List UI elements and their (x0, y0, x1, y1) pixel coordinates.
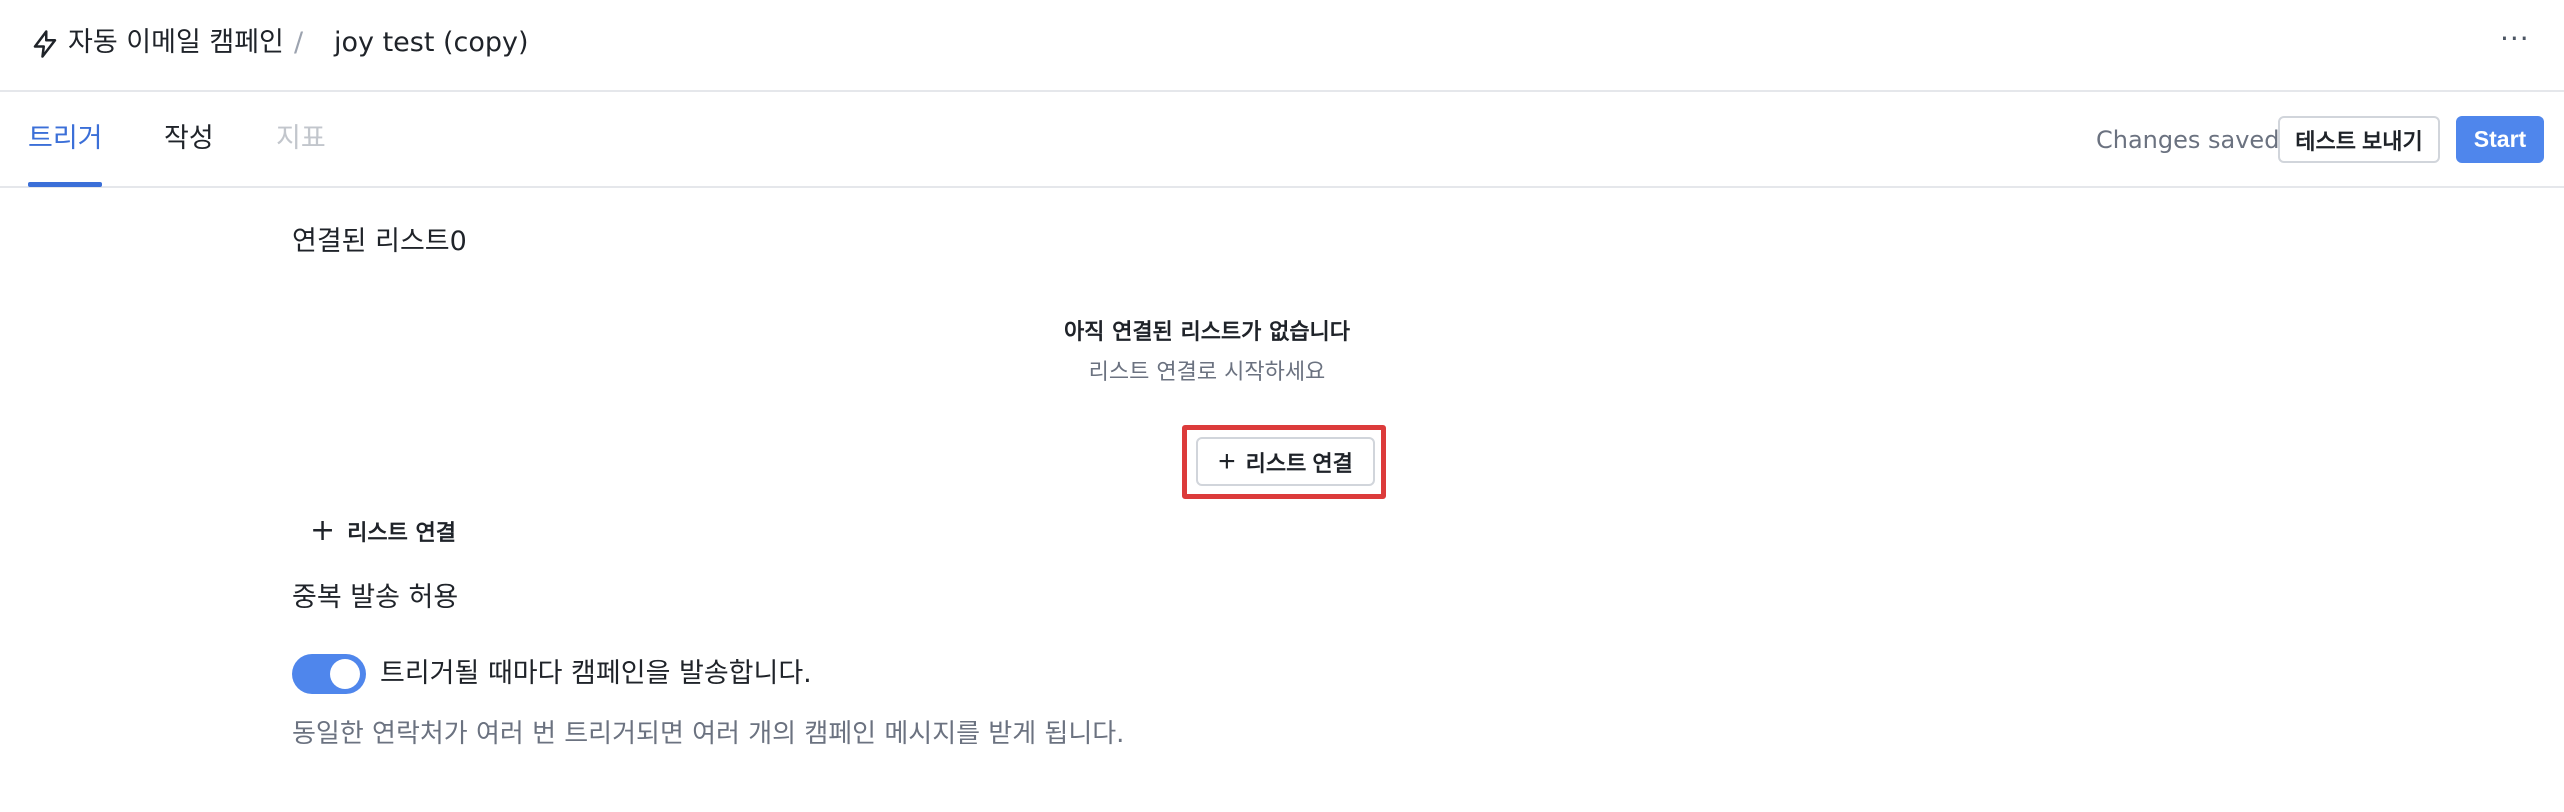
toggle-knob (330, 659, 360, 689)
start-button[interactable]: Start (2456, 116, 2544, 163)
plus-icon: + (1218, 444, 1236, 478)
allow-duplicates-title: 중복 발송 허용 (292, 582, 459, 613)
connected-lists-title: 연결된 리스트0 (292, 226, 467, 257)
empty-state-subtitle: 리스트 연결로 시작하세요 (1088, 360, 1326, 385)
allow-duplicates-label: 트리거될 때마다 캠페인을 발송합니다. (380, 658, 812, 689)
tab-metrics: 지표 (276, 123, 326, 154)
allow-duplicates-toggle[interactable] (292, 654, 366, 694)
send-test-button[interactable]: 테스트 보내기 (2278, 116, 2440, 163)
top-header: 자동 이메일 캠페인 / joy test (copy) ··· (0, 0, 2564, 92)
active-tab-indicator (28, 182, 102, 187)
breadcrumb-separator: / (294, 27, 304, 58)
breadcrumb-root[interactable]: 자동 이메일 캠페인 (68, 24, 284, 62)
plus-icon: + (310, 513, 336, 548)
lightning-icon (33, 30, 57, 58)
breadcrumb-current: joy test (copy) (334, 27, 529, 58)
more-options-button[interactable]: ··· (2500, 20, 2530, 58)
connect-list-label: 리스트 연결 (1245, 450, 1353, 476)
tab-bar: 트리거 작성 지표 Changes saved 테스트 보내기 Start (0, 92, 2564, 188)
connect-list-button-center[interactable]: + 리스트 연결 (1196, 437, 1375, 486)
tab-trigger[interactable]: 트리거 (28, 120, 103, 158)
tab-compose[interactable]: 작성 (164, 120, 214, 158)
save-status: Changes saved (2096, 126, 2280, 154)
allow-duplicates-helper: 동일한 연락처가 여러 번 트리거되면 여러 개의 캠페인 메시지를 받게 됩니… (292, 719, 1125, 749)
connect-list-button[interactable]: + 리스트 연결 (310, 514, 456, 548)
empty-state-title: 아직 연결된 리스트가 없습니다 (1063, 320, 1351, 345)
connect-list-label: 리스트 연결 (347, 521, 457, 546)
